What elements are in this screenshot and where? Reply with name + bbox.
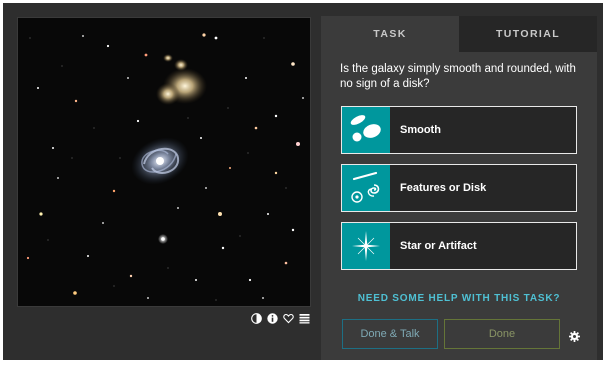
star-artifact-icon [342,223,390,269]
collections-icon[interactable] [299,311,310,324]
tab-task[interactable]: TASK [321,16,459,52]
galaxy-field-image [18,18,310,306]
task-actions: Done & Talk Done [342,319,580,349]
favorite-heart-icon[interactable] [283,311,294,324]
info-icon[interactable] [267,311,278,324]
galaxy-subject-image[interactable] [17,17,311,307]
answer-label: Star or Artifact [400,240,477,252]
answer-list: Smooth Features or Disk Star or Artifact [341,106,577,280]
image-toolbar [251,311,310,324]
task-tabs: TASK TUTORIAL [321,16,597,52]
done-and-talk-button[interactable]: Done & Talk [342,319,438,349]
answer-label: Smooth [400,124,441,136]
classifier-frame: TASK TUTORIAL Is the galaxy simply smoot… [3,3,603,360]
answer-features-or-disk[interactable]: Features or Disk [341,164,577,212]
smooth-galaxy-icon [342,107,390,153]
tab-tutorial[interactable]: TUTORIAL [459,16,597,52]
answer-label: Features or Disk [400,182,487,194]
help-link[interactable]: NEED SOME HELP WITH THIS TASK? [321,293,597,304]
task-panel: TASK TUTORIAL Is the galaxy simply smoot… [321,16,597,360]
task-question: Is the galaxy simply smooth and rounded,… [340,63,576,90]
settings-gear-icon[interactable] [569,329,580,342]
done-button[interactable]: Done [444,319,560,349]
invert-icon[interactable] [251,311,262,324]
answer-star-or-artifact[interactable]: Star or Artifact [341,222,577,270]
features-disk-icon [342,165,390,211]
answer-smooth[interactable]: Smooth [341,106,577,154]
